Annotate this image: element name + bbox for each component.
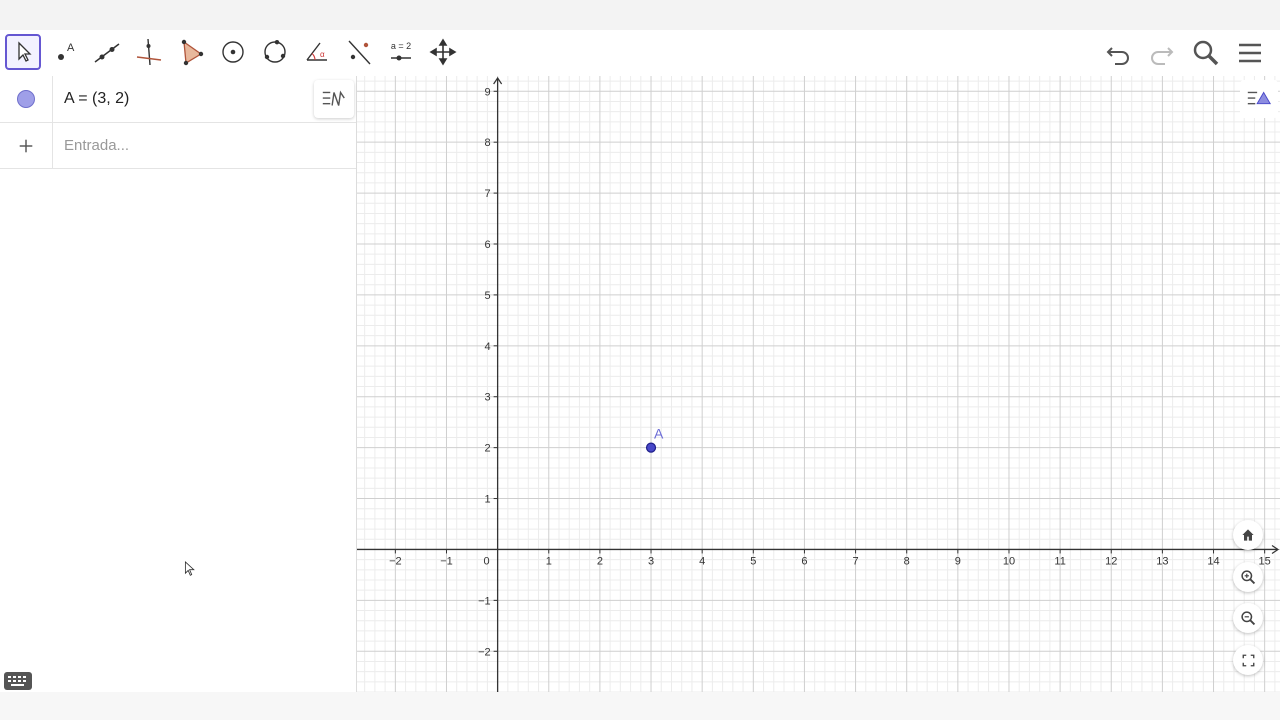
menu-button[interactable] — [1233, 36, 1267, 70]
svg-text:α: α — [320, 50, 325, 59]
perpendicular-line-tool-icon — [136, 38, 162, 66]
x-tick-label: 11 — [1054, 555, 1065, 567]
virtual-keyboard-button[interactable] — [4, 672, 32, 690]
x-tick-label: 7 — [853, 555, 859, 567]
polygon-tool-icon — [181, 39, 204, 66]
slider-tool-icon: a = 2 — [391, 41, 411, 61]
circle-three-points-tool-button[interactable] — [257, 34, 293, 70]
point-label-a: A — [654, 426, 664, 442]
top-strip — [0, 0, 1280, 30]
mouse-cursor-icon — [184, 561, 195, 576]
visibility-toggle[interactable] — [17, 90, 35, 108]
x-tick-label: 2 — [597, 555, 603, 567]
x-tick-label: 8 — [904, 555, 910, 567]
x-tick-label: 5 — [750, 555, 756, 567]
redo-icon — [1151, 47, 1174, 65]
x-tick-label: 15 — [1259, 555, 1271, 567]
redo-button[interactable] — [1145, 36, 1179, 70]
x-tick-label: 13 — [1156, 555, 1168, 567]
home-view-button[interactable] — [1233, 520, 1263, 550]
point-tool-label: A — [67, 42, 75, 54]
y-tick-label: 9 — [484, 86, 490, 98]
search-icon — [1193, 40, 1219, 66]
fullscreen-button[interactable] — [1233, 645, 1263, 675]
y-tick-label: 7 — [484, 188, 490, 200]
move-tool-button[interactable] — [5, 34, 41, 70]
x-tick-label: 1 — [546, 555, 552, 567]
algebra-input-row[interactable]: Entrada... — [0, 123, 356, 169]
slider-tool-label: a = 2 — [391, 41, 411, 51]
zoom-out-icon — [1240, 610, 1255, 625]
move-tool-icon — [18, 41, 32, 62]
undo-button[interactable] — [1101, 36, 1135, 70]
undo-icon — [1106, 47, 1129, 65]
algebra-definition[interactable]: A = (3, 2) — [64, 76, 129, 122]
x-tick-label: 10 — [1003, 555, 1015, 567]
algebra-row-point-a[interactable]: A = (3, 2) — [0, 76, 356, 123]
plus-icon[interactable] — [17, 137, 35, 155]
algebra-input-placeholder[interactable]: Entrada... — [64, 123, 129, 168]
fullscreen-icon — [1242, 654, 1254, 666]
x-tick-label: 6 — [801, 555, 807, 567]
x-tick-label: 12 — [1105, 555, 1117, 567]
x-tick-label: 3 — [648, 555, 654, 567]
home-icon — [1242, 529, 1254, 541]
graphics-view[interactable]: −2 −1 0 1 2 3 4 5 6 7 8 9 10 11 12 13 14 15 −2 −1 1 2 3 4 5 6 7 8 9 A — [357, 76, 1280, 692]
angle-tool-icon: α — [306, 42, 327, 61]
move-graphics-view-tool-button[interactable] — [425, 34, 461, 70]
point-tool-button[interactable]: A — [47, 34, 83, 70]
x-tick-label: 0 — [484, 555, 490, 567]
move-graphics-view-tool-icon — [429, 38, 457, 66]
polygon-tool-button[interactable] — [173, 34, 209, 70]
circle-center-point-tool-icon — [222, 41, 244, 63]
algebra-style-button[interactable] — [314, 80, 354, 118]
y-tick-label: 2 — [484, 443, 490, 455]
y-tick-label: 8 — [484, 137, 490, 149]
y-tick-label: 1 — [484, 494, 490, 506]
x-tick-label: 14 — [1207, 555, 1219, 567]
circle-three-points-tool-icon — [264, 40, 286, 63]
perpendicular-line-tool-button[interactable] — [131, 34, 167, 70]
toolbar: A α a = 2 — [0, 30, 1280, 76]
zoom-out-button[interactable] — [1233, 603, 1263, 633]
graphics-style-button[interactable] — [1240, 80, 1278, 118]
zoom-in-button[interactable] — [1233, 562, 1263, 592]
point-tool-icon: A — [58, 42, 75, 60]
reflect-tool-icon — [348, 40, 371, 65]
y-tick-label: −2 — [478, 646, 491, 658]
x-tick-label: −1 — [440, 555, 453, 567]
line-tool-icon — [94, 43, 120, 63]
reflect-tool-button[interactable] — [341, 34, 377, 70]
algebra-view: A = (3, 2) Entrada... — [0, 76, 357, 692]
search-button[interactable] — [1189, 36, 1223, 70]
point-a[interactable] — [645, 442, 657, 453]
y-tick-label: 6 — [484, 239, 490, 251]
y-tick-label: 3 — [484, 392, 490, 404]
line-tool-button[interactable] — [89, 34, 125, 70]
algebra-row-marker — [0, 76, 53, 122]
slider-tool-button[interactable]: a = 2 — [383, 34, 419, 70]
keyboard-icon — [8, 676, 26, 686]
menu-icon — [1239, 43, 1261, 63]
graphics-style-icon — [1247, 91, 1272, 105]
zoom-in-icon — [1240, 569, 1255, 584]
geogebra-app: A α a = 2 A = (3, 2) Entrada... −2 −1 0 … — [0, 0, 1280, 720]
x-tick-label: 4 — [699, 555, 705, 567]
coordinate-grid[interactable]: −2 −1 0 1 2 3 4 5 6 7 8 9 10 11 12 13 14 15−2−1123456789A — [357, 76, 1280, 692]
x-tick-label: −2 — [389, 555, 402, 567]
x-tick-label: 9 — [955, 555, 961, 567]
angle-tool-button[interactable]: α — [299, 34, 335, 70]
algebra-input-marker — [0, 123, 53, 168]
y-tick-label: 4 — [484, 341, 490, 353]
bottom-strip — [0, 672, 1280, 720]
y-tick-label: −1 — [478, 595, 491, 607]
algebra-style-icon — [322, 90, 345, 106]
circle-tool-button[interactable] — [215, 34, 251, 70]
y-tick-label: 5 — [484, 290, 490, 302]
